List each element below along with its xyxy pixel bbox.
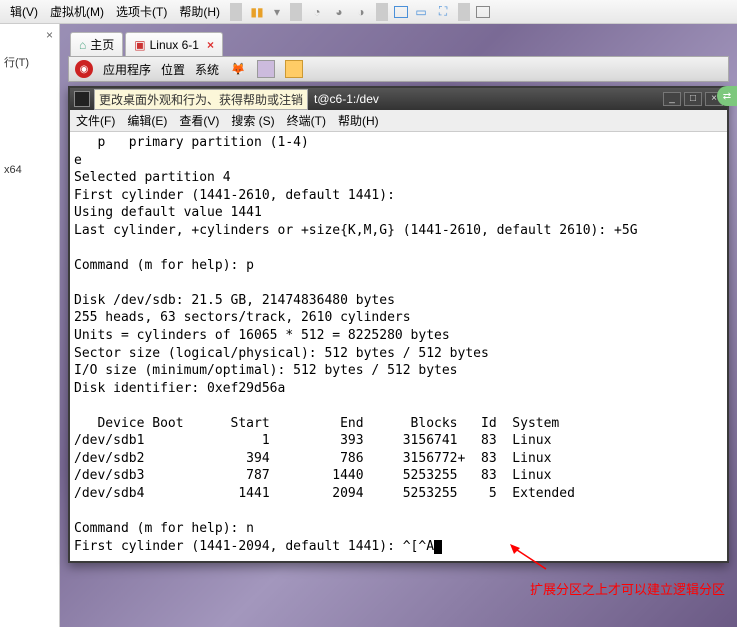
redhat-icon[interactable]: ◉: [75, 60, 93, 78]
sync-badge[interactable]: ⇄: [717, 86, 737, 106]
snapshot-icon[interactable]: ◔: [308, 3, 326, 21]
terminal-titlebar[interactable]: 更改桌面外观和行为、获得帮助或注销 t@c6-1:/dev _ □ ×: [70, 88, 727, 110]
cursor: [434, 540, 442, 554]
terminal-window: 更改桌面外观和行为、获得帮助或注销 t@c6-1:/dev _ □ × 文件(F…: [68, 86, 729, 563]
menu-edit[interactable]: 编辑(E): [127, 112, 167, 129]
menu-file[interactable]: 文件(F): [76, 112, 115, 129]
menu-vm[interactable]: 虚拟机(M): [44, 3, 110, 20]
separator: [230, 3, 242, 21]
maximize-button[interactable]: □: [684, 92, 702, 106]
vm-desktop: ⌂ 主页 ▣ Linux 6-1 × ◉ 应用程序 位置 系统 🦊 更改桌面外观…: [60, 24, 737, 627]
tab-linux[interactable]: ▣ Linux 6-1 ×: [125, 32, 223, 56]
tooltip: 更改桌面外观和行为、获得帮助或注销: [94, 89, 308, 110]
revert-icon[interactable]: ◑: [352, 3, 370, 21]
unity-icon[interactable]: ▭: [412, 3, 430, 21]
editor-icon[interactable]: [285, 60, 303, 78]
sidebar-item[interactable]: 行(T): [4, 52, 55, 72]
system-menu[interactable]: 系统: [195, 61, 219, 78]
title-text: t@c6-1:/dev: [314, 92, 379, 106]
tab-label: 主页: [90, 36, 114, 53]
terminal-icon: [74, 91, 90, 107]
pause-icon[interactable]: ▮▮: [248, 3, 266, 21]
terminal-menubar: 文件(F) 编辑(E) 查看(V) 搜索 (S) 终端(T) 帮助(H): [70, 110, 727, 132]
fullscreen-icon[interactable]: ⛶: [434, 3, 452, 21]
left-sidebar: × 行(T) x64: [0, 24, 60, 627]
home-icon: ⌂: [79, 38, 86, 52]
menu-search[interactable]: 搜索 (S): [231, 112, 274, 129]
menu-tabs[interactable]: 选项卡(T): [110, 3, 173, 20]
minimize-button[interactable]: _: [663, 92, 681, 106]
dropdown-icon[interactable]: ▾: [268, 5, 286, 19]
vm-icon: ▣: [134, 38, 145, 52]
close-icon[interactable]: ×: [207, 38, 214, 52]
file-manager-icon[interactable]: [257, 60, 275, 78]
menu-view[interactable]: 查看(V): [179, 112, 219, 129]
tab-home[interactable]: ⌂ 主页: [70, 32, 123, 56]
separator: [458, 3, 470, 21]
tab-label: Linux 6-1: [150, 38, 199, 52]
terminal-output[interactable]: p primary partition (1-4) e Selected par…: [70, 132, 727, 561]
places-menu[interactable]: 位置: [161, 61, 185, 78]
separator: [376, 3, 388, 21]
annotation-text: 扩展分区之上才可以建立逻辑分区: [530, 579, 725, 598]
sidebar-item[interactable]: x64: [4, 162, 55, 178]
gnome-top-panel: ◉ 应用程序 位置 系统 🦊: [68, 56, 729, 82]
vm-host-menubar: 辑(V) 虚拟机(M) 选项卡(T) 帮助(H) ▮▮ ▾ ◔ ◕ ◑ ▭ ⛶: [0, 0, 737, 24]
menu-edit[interactable]: 辑(V): [4, 3, 44, 20]
menu-help[interactable]: 帮助(H): [173, 3, 226, 20]
menu-help[interactable]: 帮助(H): [338, 112, 379, 129]
applications-menu[interactable]: 应用程序: [103, 61, 151, 78]
separator: [290, 3, 302, 21]
menu-terminal[interactable]: 终端(T): [287, 112, 326, 129]
firefox-icon[interactable]: 🦊: [229, 60, 247, 78]
fit-icon[interactable]: [394, 6, 408, 18]
console-icon[interactable]: [476, 6, 490, 18]
close-icon[interactable]: ×: [46, 28, 53, 42]
snapshot-mgr-icon[interactable]: ◕: [330, 3, 348, 21]
